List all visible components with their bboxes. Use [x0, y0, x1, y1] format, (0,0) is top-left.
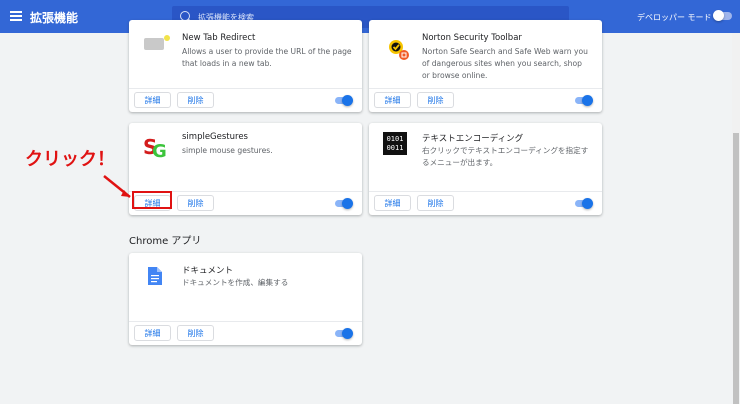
page-scrollbar[interactable]: [732, 33, 740, 404]
annotation-arrow: [103, 175, 131, 198]
annotation-highlight-box: [132, 191, 172, 209]
scrollbar-thumb[interactable]: [733, 133, 739, 404]
